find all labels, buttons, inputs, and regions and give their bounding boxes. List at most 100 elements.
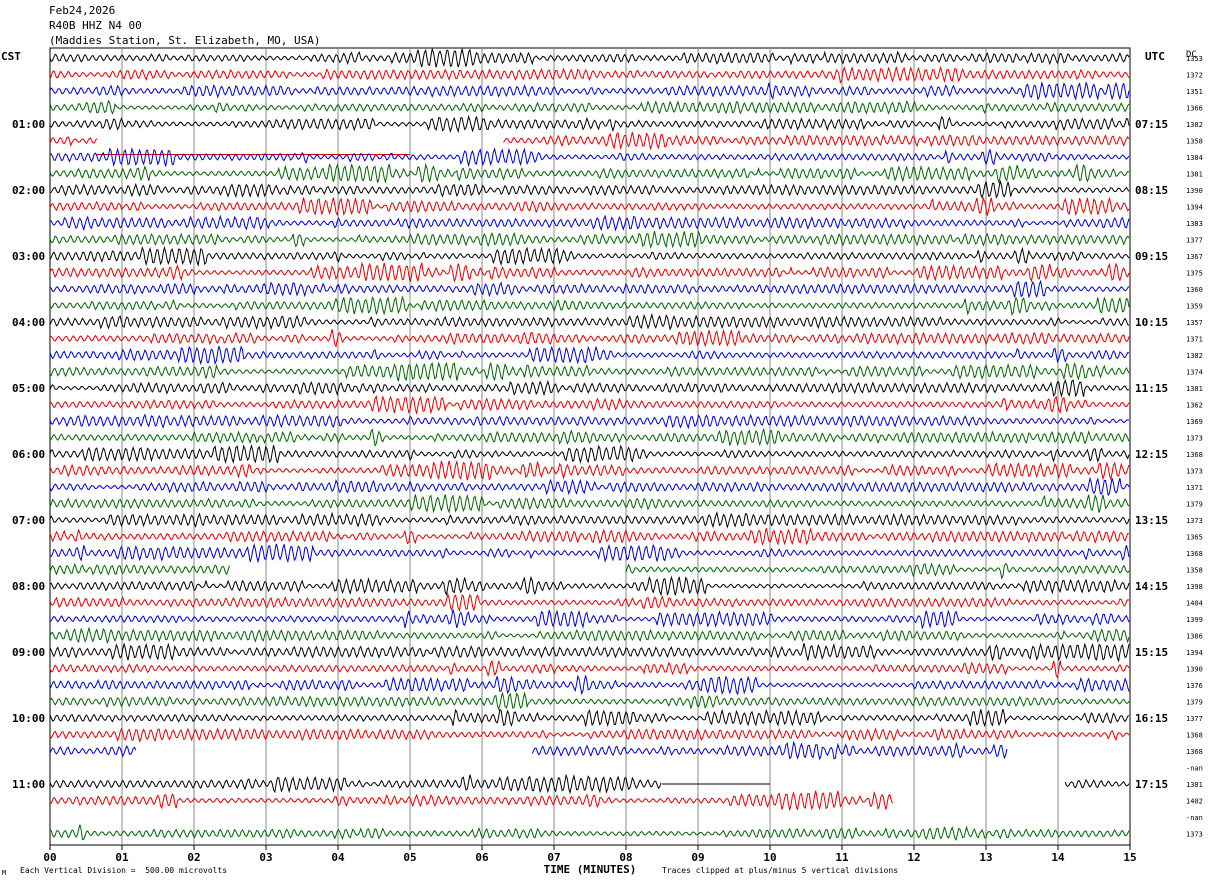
dc-offset-label: 1377 (1186, 715, 1203, 723)
dc-offset-label: 1394 (1186, 649, 1203, 657)
dc-offset-label: 1358 (1186, 138, 1203, 146)
dc-offset-label: 1373 (1186, 831, 1203, 839)
dc-offset-label: 1367 (1186, 253, 1203, 261)
cst-hour-label: 10:00 (12, 712, 45, 725)
seismic-trace (49, 196, 1130, 217)
dc-offset-label: 1398 (1186, 583, 1203, 591)
utc-hour-label: 15:15 (1135, 646, 1168, 659)
dc-offset-label: 1375 (1186, 270, 1203, 278)
seismic-trace (49, 147, 1130, 168)
seismic-trace (49, 592, 1130, 613)
seismic-trace (49, 476, 1130, 497)
x-tick-label: 09 (691, 851, 704, 864)
dc-offset-label: 1379 (1186, 699, 1203, 707)
seismic-trace (49, 361, 1130, 382)
x-tick-label: 15 (1123, 851, 1136, 864)
seismic-trace (49, 691, 1130, 711)
cst-hour-label: 09:00 (12, 646, 45, 659)
dc-offset-label: 1399 (1186, 616, 1203, 624)
seismic-trace (49, 261, 1130, 283)
seismic-trace (49, 136, 98, 147)
seismic-trace (49, 65, 1130, 84)
seismic-trace (625, 562, 1130, 580)
seismic-trace (49, 659, 1130, 679)
dc-offset-label: 1368 (1186, 748, 1203, 756)
x-tick-label: 13 (979, 851, 992, 864)
seismic-trace (49, 527, 1130, 546)
dc-offset-label: 1373 (1186, 517, 1203, 525)
dc-offset-label: 1373 (1186, 468, 1203, 476)
x-tick-label: 01 (115, 851, 129, 864)
cst-hour-label: 05:00 (12, 382, 45, 395)
dc-offset-label: 1374 (1186, 369, 1203, 377)
cst-hour-label: 01:00 (12, 118, 45, 131)
x-tick-label: 00 (43, 851, 56, 864)
utc-hour-label: 16:15 (1135, 712, 1168, 725)
seismic-trace (49, 312, 1130, 331)
dc-offset-label: 1362 (1186, 402, 1203, 410)
utc-hour-label: 13:15 (1135, 514, 1168, 527)
seismic-trace (49, 245, 1130, 268)
seismic-trace (49, 427, 1130, 447)
seismic-trace (49, 162, 1130, 184)
dc-offset-label: 1377 (1186, 237, 1203, 245)
seismic-trace (49, 413, 1130, 430)
footer-clip: Traces clipped at plus/minus 5 vertical … (662, 866, 899, 875)
utc-hour-label: 10:15 (1135, 316, 1168, 329)
dc-offset-label: 1382 (1186, 121, 1203, 129)
dc-offset-label: 1366 (1186, 105, 1203, 113)
seismic-trace (49, 824, 1130, 842)
dc-offset-label: 1372 (1186, 72, 1203, 80)
x-tick-label: 10 (763, 851, 776, 864)
dc-offset-label: 1390 (1186, 187, 1203, 195)
seismic-trace (49, 394, 1130, 415)
seismic-trace (49, 328, 1130, 348)
dc-offset-label: 1368 (1186, 732, 1203, 740)
x-tick-label: 04 (331, 851, 345, 864)
plot-frame (49, 47, 1131, 846)
x-tick-label: 05 (403, 851, 416, 864)
utc-hour-label: 12:15 (1135, 448, 1168, 461)
dc-offset-label: -nan (1186, 814, 1203, 822)
utc-hour-label: 11:15 (1135, 382, 1168, 395)
seismic-trace (49, 563, 230, 576)
cst-hour-label: 06:00 (12, 448, 45, 461)
seismic-trace (49, 279, 1130, 299)
x-tick-label: 12 (907, 851, 920, 864)
dc-offset-label: 1381 (1186, 781, 1203, 789)
seismic-trace (49, 99, 1130, 115)
cst-hour-label: 11:00 (12, 778, 45, 791)
dc-offset-label: 1371 (1186, 336, 1203, 344)
seismic-trace (503, 131, 1130, 151)
x-tick-label: 06 (475, 851, 489, 864)
seismic-trace (1064, 778, 1130, 789)
dc-offset-label: 1381 (1186, 171, 1203, 179)
x-tick-label: 02 (187, 851, 200, 864)
utc-hour-label: 14:15 (1135, 580, 1168, 593)
seismic-trace (49, 575, 1130, 597)
seismic-trace (49, 230, 1130, 249)
dc-offset-label: 1359 (1186, 303, 1203, 311)
seismic-trace (49, 542, 1130, 564)
seismic-trace (49, 708, 1130, 728)
dc-offset-label: 1402 (1186, 798, 1203, 806)
dc-offset-label: 1369 (1186, 418, 1203, 426)
x-axis-label: TIME (MINUTES) (544, 863, 637, 876)
utc-hour-label: 09:15 (1135, 250, 1168, 263)
dc-offset-label: 1384 (1186, 154, 1203, 162)
seismic-trace (49, 674, 1130, 696)
cst-hour-label: 07:00 (12, 514, 45, 527)
cst-hour-label: 02:00 (12, 184, 45, 197)
footer-scale: Each Vertical Division = 500.00 microvol… (20, 866, 228, 875)
dc-offset-label: 1351 (1186, 88, 1203, 96)
seismic-trace (49, 179, 1130, 200)
seismic-trace (49, 626, 1130, 644)
seismic-trace (49, 642, 1130, 663)
dc-offset-label: 1357 (1186, 319, 1203, 327)
dc-offset-label: 1386 (1186, 633, 1203, 641)
dc-offset-label: 1368 (1186, 550, 1203, 558)
x-tick-label: 14 (1051, 851, 1065, 864)
seismic-trace (49, 114, 1130, 134)
dc-offset-label: 1382 (1186, 352, 1203, 360)
dc-offset-label: 1365 (1186, 534, 1203, 542)
